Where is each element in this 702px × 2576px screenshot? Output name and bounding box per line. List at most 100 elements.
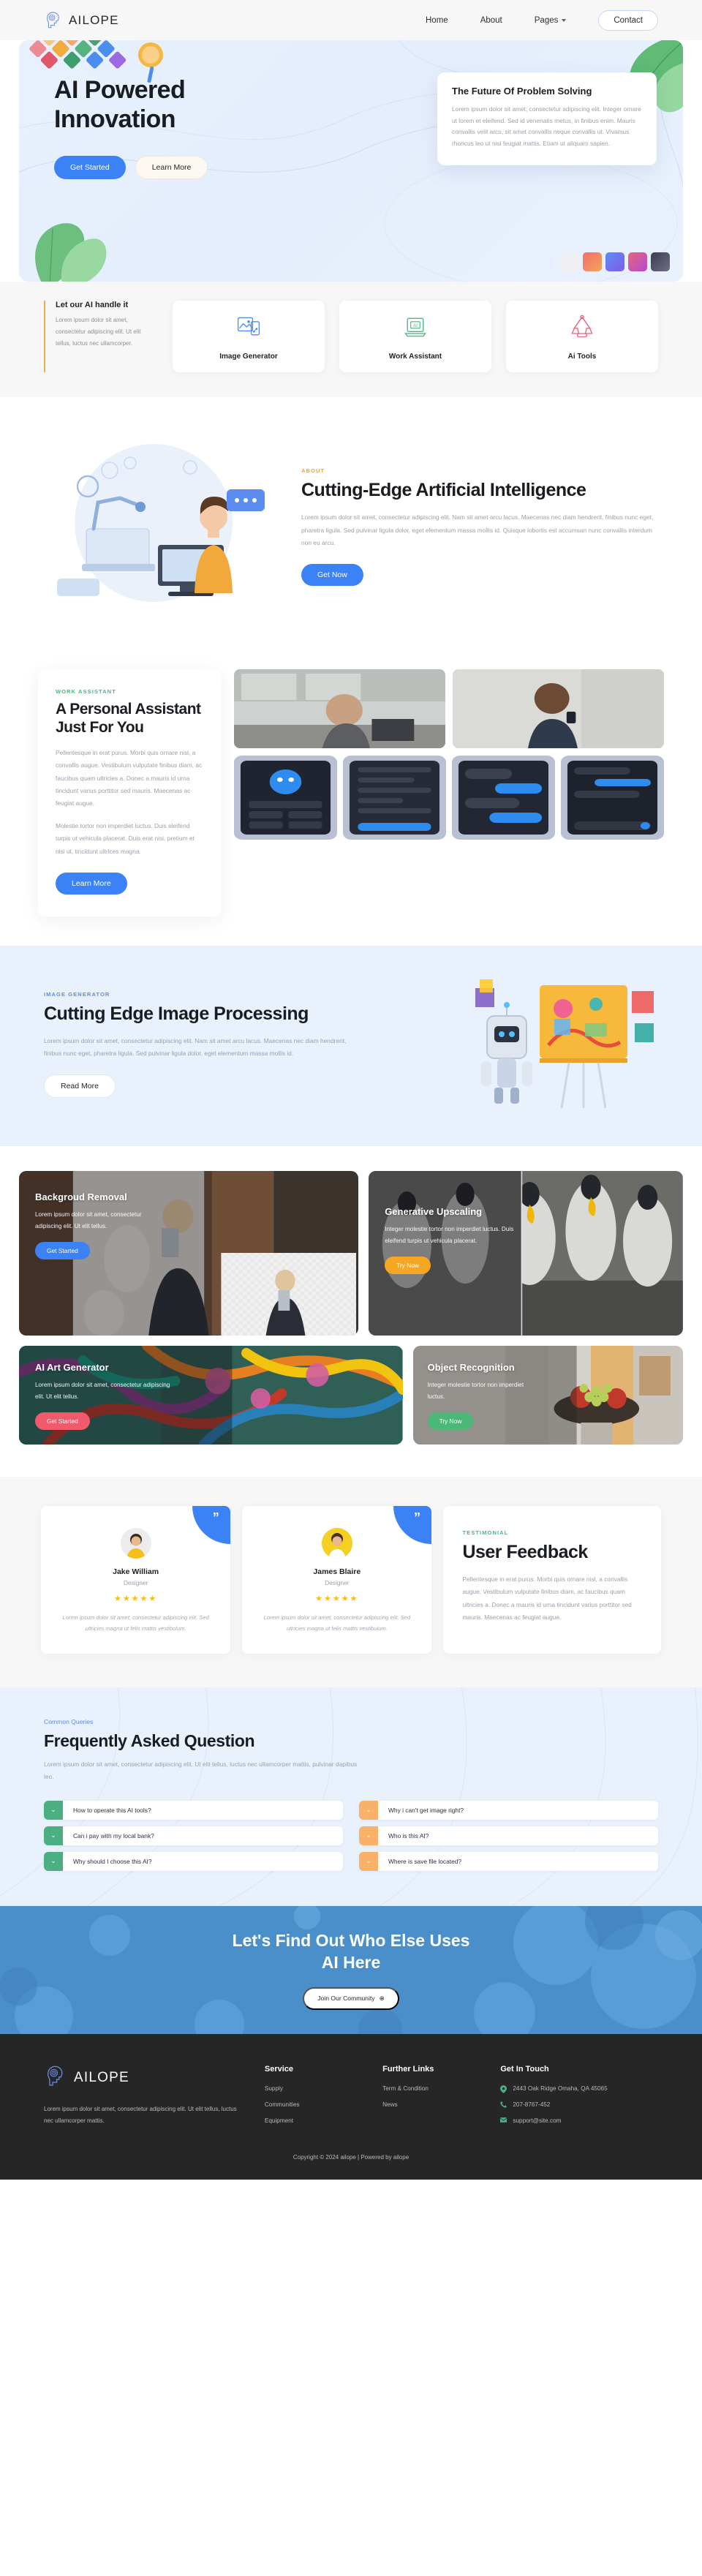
faq-item[interactable]: ⌄ Can i pay with my local bank? [44, 1826, 343, 1845]
ai-tools-icon [513, 312, 651, 342]
faq-toggle-icon[interactable]: ⌄ [44, 1800, 63, 1820]
assistant-section: WORK ASSISTANT A Personal Assistant Just… [0, 650, 702, 946]
showcase-card-ai-art-generator[interactable]: AI Art Generator Lorem ipsum dolor sit a… [19, 1345, 403, 1445]
footer-further-links-column: Further Links Term & Condition News [382, 2065, 478, 2134]
showcase-card-object-recognition[interactable]: Object Recognition Integer molestie tort… [412, 1345, 683, 1445]
footer-email-row[interactable]: support@site.com [500, 2117, 658, 2124]
app-chips-decoration [560, 252, 670, 271]
image-processing-illustration [475, 975, 658, 1114]
image-generator-icon [180, 312, 317, 342]
hero-title-line1: AI Powered [54, 76, 186, 104]
faq-toggle-icon[interactable]: ⌄ [359, 1826, 378, 1845]
work-assistant-icon: AI [347, 312, 484, 342]
envelope-icon [500, 2117, 507, 2124]
testimonial-role: Designer [325, 1578, 350, 1586]
footer-phone: 207-8767-452 [513, 2101, 551, 2108]
footer-link[interactable]: Communities [265, 2101, 361, 2108]
about-section: ABOUT Cutting-Edge Artificial Intelligen… [0, 397, 702, 650]
hero-learn-more-button[interactable]: Learn More [135, 156, 208, 180]
footer-phone-row[interactable]: 207-8767-452 [500, 2101, 658, 2108]
showcase-row-2: AI Art Generator Lorem ipsum dolor sit a… [19, 1345, 683, 1445]
phone-mockup-4 [561, 756, 664, 840]
quote-icon: ” [393, 1505, 432, 1544]
testimonial-name: Jake William [113, 1567, 159, 1576]
rating-stars: ★★★★★ [113, 1594, 158, 1603]
faq-item[interactable]: ⌄ How to operate this AI tools? [44, 1800, 343, 1820]
nav-item-pages[interactable]: Pages [535, 16, 567, 25]
footer-address-row: 2443 Oak Ridge Omaha, QA 45065 [500, 2085, 658, 2093]
faq-toggle-icon[interactable]: ⌄ [359, 1851, 378, 1871]
showcase-card-background-removal[interactable]: Backgroud Removal Lorem ipsum dolor sit … [19, 1170, 359, 1336]
showcase-row-1: Backgroud Removal Lorem ipsum dolor sit … [19, 1170, 683, 1336]
assistant-title: A Personal Assistant Just For You [56, 701, 201, 736]
faq-columns: ⌄ How to operate this AI tools? ⌄ Can i … [44, 1800, 658, 1871]
testimonial-quote: Lorem ipsum dolor sit amet, consectetur … [62, 1613, 209, 1632]
showcase-button[interactable]: Get Started [35, 1412, 90, 1430]
contact-button[interactable]: Contact [598, 10, 658, 31]
assistant-learn-more-button[interactable]: Learn More [56, 872, 127, 895]
faq-subtitle: Lorem ipsum dolor sit amet, consectetur … [44, 1760, 358, 1780]
ailope-head-icon [44, 2065, 67, 2092]
faq-eyebrow: Common Queries [44, 1718, 94, 1725]
showcase-text: Lorem ipsum dolor sit amet, consectetur … [35, 1381, 170, 1400]
quote-icon: ” [192, 1505, 231, 1544]
footer-email: support@site.com [513, 2117, 562, 2124]
nav-item-home[interactable]: Home [426, 16, 448, 25]
improc-read-more-button[interactable]: Read More [44, 1074, 116, 1099]
nav-item-about[interactable]: About [480, 16, 502, 25]
feature-card-work-assistant[interactable]: AI Work Assistant [339, 301, 491, 372]
showcase-button[interactable]: Try Now [385, 1256, 431, 1274]
image-processing-section: IMAGE GENERATOR Cutting Edge Image Proce… [0, 945, 702, 1146]
showcase-card-body: Object Recognition Integer molestie tort… [427, 1361, 541, 1430]
feature-card-label: Work Assistant [388, 353, 442, 361]
chip-2 [583, 252, 602, 271]
about-get-now-button[interactable]: Get Now [301, 563, 363, 586]
showcase-card-body: AI Art Generator Lorem ipsum dolor sit a… [35, 1362, 174, 1430]
faq-item[interactable]: ⌄ Where is save file located? [359, 1851, 658, 1871]
faq-item[interactable]: ⌄ Why should I choose this AI? [44, 1851, 343, 1871]
testimonial-name: James Blaire [313, 1567, 361, 1576]
footer-link[interactable]: Equipment [265, 2117, 361, 2124]
showcase-button[interactable]: Get Started [35, 1241, 90, 1259]
showcase-title: Object Recognition [427, 1361, 515, 1373]
assistant-copy-card: WORK ASSISTANT A Personal Assistant Just… [38, 669, 221, 916]
brand-logo[interactable]: AILOPE [44, 11, 119, 30]
avatar [120, 1527, 151, 1559]
phone-mockup-2 [343, 756, 446, 840]
footer-further-links-title: Further Links [382, 2064, 434, 2074]
footer-copyright: Copyright © 2024 ailope | Powered by ail… [292, 2153, 410, 2161]
rating-stars: ★★★★★ [315, 1594, 359, 1603]
join-community-label: Join Our Community [317, 1995, 375, 2003]
feature-card-ai-tools[interactable]: Ai Tools [506, 301, 658, 372]
testimonial-card: ” Jake William Designer ★★★★★ Lorem ipsu… [41, 1505, 231, 1654]
phone-mockup-1 [234, 756, 337, 840]
phone-mockup-3 [452, 756, 555, 840]
showcase-card-generative-upscaling[interactable]: Generative Upscaling Integer molestie to… [369, 1170, 683, 1336]
hero-get-started-button[interactable]: Get Started [54, 156, 126, 180]
feature-card-image-generator[interactable]: Image Generator [173, 301, 325, 372]
ailope-head-icon [44, 11, 63, 30]
photo-man-at-desk [234, 669, 445, 748]
improc-text: Lorem ipsum dolor sit amet, consectetur … [44, 1036, 347, 1057]
faq-toggle-icon[interactable]: ⌄ [44, 1826, 63, 1845]
footer-link[interactable]: Supply [265, 2085, 361, 2092]
brand-name: AILOPE [69, 12, 119, 27]
faq-toggle-icon[interactable]: ⌄ [359, 1800, 378, 1820]
footer-link[interactable]: News [382, 2101, 478, 2108]
testimonial-role: Designer [123, 1578, 148, 1586]
robot-figure [481, 1001, 532, 1104]
feature-card-label: Ai Tools [567, 353, 597, 361]
footer-contact-column: Get In Touch 2443 Oak Ridge Omaha, QA 45… [500, 2065, 658, 2134]
faq-item[interactable]: ⌄ Who is this AI? [359, 1826, 658, 1845]
join-community-button[interactable]: Join Our Community ⊕ [303, 1986, 399, 2010]
footer-logo[interactable]: AILOPE [44, 2065, 243, 2092]
improc-eyebrow: IMAGE GENERATOR [44, 990, 110, 998]
showcase-button[interactable]: Try Now [427, 1412, 474, 1430]
footer-link[interactable]: Term & Condition [382, 2085, 478, 2092]
site-header: AILOPE Home About Pages Contact [0, 0, 702, 40]
faq-question: Why should I choose this AI? [73, 1857, 152, 1865]
hero-section: AI Powered Innovation Get Started Learn … [19, 40, 683, 282]
faq-toggle-icon[interactable]: ⌄ [44, 1851, 63, 1871]
about-illustration [44, 435, 285, 618]
faq-item[interactable]: ⌄ Why i can't get image right? [359, 1800, 658, 1820]
